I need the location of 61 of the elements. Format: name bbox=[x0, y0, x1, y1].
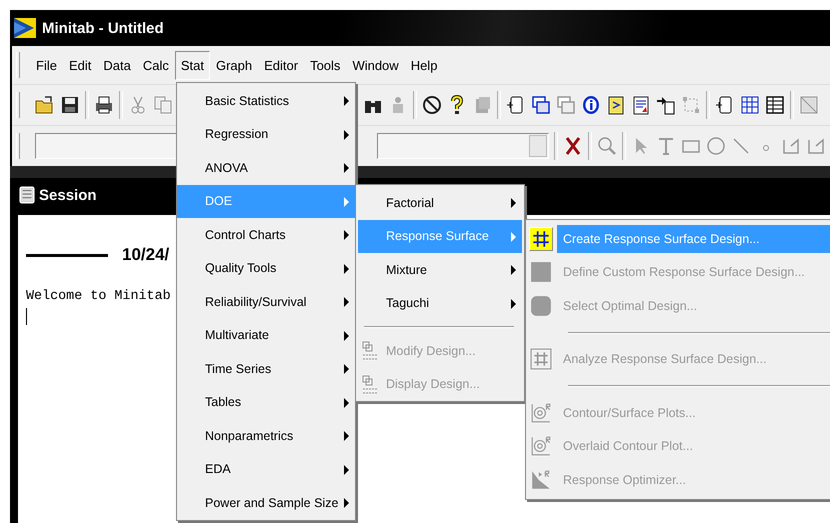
contour-icon bbox=[529, 434, 553, 458]
grid-icon bbox=[529, 226, 553, 251]
menu-item[interactable]: Window bbox=[346, 50, 405, 80]
menu-item[interactable]: Regression bbox=[177, 118, 355, 151]
save-icon[interactable] bbox=[60, 95, 80, 115]
polyline-icon[interactable] bbox=[781, 136, 801, 156]
menu-item[interactable]: Calc bbox=[136, 50, 175, 80]
delete-icon[interactable] bbox=[563, 136, 583, 156]
logo-icon bbox=[14, 18, 36, 38]
menu-item[interactable]: Tables bbox=[177, 386, 355, 419]
menu-item[interactable]: Data bbox=[97, 50, 137, 80]
zoom-icon[interactable] bbox=[597, 136, 617, 156]
open-folder-icon[interactable] bbox=[35, 95, 55, 115]
session-title: Session bbox=[39, 186, 97, 204]
circle-icon[interactable] bbox=[706, 136, 726, 156]
menu-item[interactable]: Nonparametrics bbox=[177, 419, 355, 452]
arrow-document-icon[interactable] bbox=[656, 95, 676, 115]
menu-item[interactable]: Control Charts bbox=[177, 218, 355, 252]
menu-item[interactable]: Edit bbox=[62, 50, 98, 80]
menu-item[interactable]: Factorial bbox=[358, 186, 522, 220]
windows-icon[interactable] bbox=[531, 95, 551, 115]
line-icon[interactable] bbox=[731, 136, 751, 156]
report-icon[interactable] bbox=[631, 95, 651, 115]
menu-item[interactable]: Multivariate bbox=[177, 318, 355, 352]
menu-item[interactable]: Tools bbox=[304, 50, 346, 80]
polyline-icon[interactable] bbox=[806, 136, 826, 156]
rounded-square-icon bbox=[529, 294, 553, 318]
text-cursor bbox=[26, 308, 27, 325]
scroll-icon bbox=[19, 186, 35, 204]
frame-icon[interactable] bbox=[681, 95, 701, 115]
print-icon[interactable] bbox=[94, 95, 114, 115]
menu-item[interactable]: Help bbox=[404, 50, 444, 80]
square-icon bbox=[529, 260, 553, 284]
menu-item[interactable]: Basic Statistics bbox=[177, 84, 355, 118]
design-icon bbox=[362, 374, 378, 394]
contour-icon bbox=[529, 400, 553, 425]
menu-item[interactable]: Stat bbox=[174, 50, 210, 80]
menu-item[interactable]: File bbox=[30, 50, 63, 80]
menu-item[interactable]: Quality Tools bbox=[177, 252, 355, 285]
session-text: Welcome to Minitab bbox=[26, 289, 171, 304]
design-icon bbox=[362, 341, 378, 361]
window-title: Minitab - Untitled bbox=[42, 20, 164, 36]
menu-item[interactable]: Mixture bbox=[358, 253, 522, 286]
menu-item[interactable]: Time Series bbox=[177, 352, 355, 386]
table-icon[interactable] bbox=[765, 95, 785, 115]
menu-item[interactable]: ANOVA bbox=[177, 151, 355, 184]
info-icon[interactable] bbox=[581, 95, 601, 115]
session-date: 10/24/ bbox=[122, 245, 170, 265]
text-tool-icon[interactable] bbox=[656, 136, 676, 156]
menu-item[interactable]: Graph bbox=[210, 50, 258, 80]
menu-item[interactable]: Taguchi bbox=[358, 286, 522, 320]
grid-icon bbox=[529, 347, 553, 372]
grid-icon[interactable] bbox=[740, 95, 760, 115]
menu-item[interactable]: Editor bbox=[258, 50, 304, 80]
combo-box[interactable] bbox=[377, 133, 549, 159]
menu-item[interactable]: Reliability/Survival bbox=[177, 285, 355, 318]
menu-item[interactable]: EDA bbox=[177, 452, 355, 486]
menu-item[interactable]: Power and Sample Size bbox=[177, 486, 355, 520]
notepad-icon[interactable] bbox=[606, 95, 626, 115]
copy-icon[interactable] bbox=[153, 95, 173, 115]
no-entry-icon[interactable] bbox=[422, 95, 442, 115]
